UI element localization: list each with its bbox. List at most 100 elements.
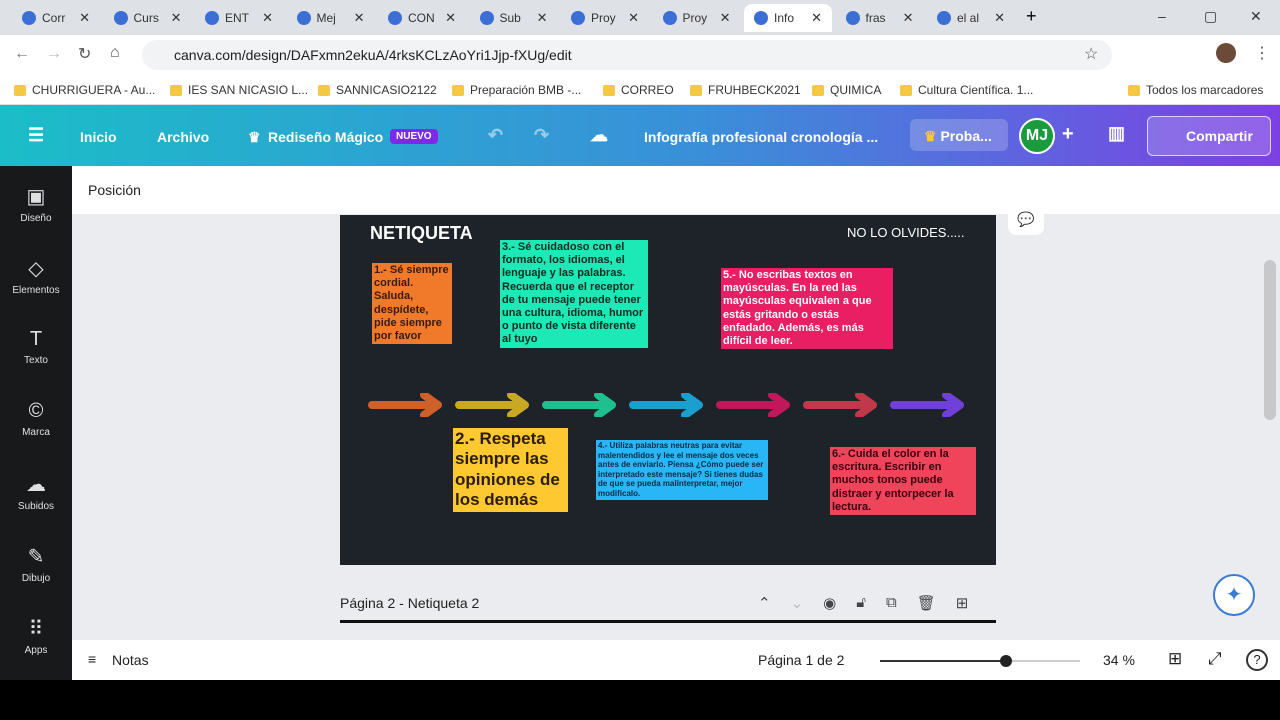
close-tab-icon[interactable]: ✕ [994, 10, 1005, 26]
hide-icon[interactable]: ◉ [823, 594, 836, 612]
netiquette-item-4[interactable]: 4.- Utiliza palabras neutras para evitar… [596, 440, 768, 500]
move-up-icon[interactable]: ⌃ [758, 594, 771, 612]
netiquette-item-6[interactable]: 6.- Cuida el color en la escritura. Escr… [830, 447, 976, 515]
browser-tab[interactable]: Curs ✕ [104, 4, 192, 32]
close-tab-icon[interactable]: ✕ [354, 10, 365, 26]
browser-tab[interactable]: Mej ✕ [287, 4, 375, 32]
close-tab-icon[interactable]: ✕ [171, 10, 182, 26]
new-tab-icon[interactable]: + [1026, 6, 1037, 27]
bookmark-item[interactable]: QUIMICA [812, 83, 881, 97]
netiquette-item-5[interactable]: 5.- No escribas textos en mayúsculas. En… [721, 268, 893, 350]
bookmark-label: SANNICASIO2122 [336, 83, 437, 97]
lock-icon[interactable]: 🔓︎ [856, 594, 866, 612]
profile-avatar[interactable] [1216, 43, 1236, 63]
sidebar-item-elementos[interactable]: ◇ Elementos [0, 256, 72, 296]
close-tab-icon[interactable]: ✕ [445, 10, 456, 26]
menu-icon[interactable]: ⋮ [1254, 43, 1270, 63]
magic-assistant-icon[interactable]: ✦ [1213, 574, 1255, 616]
help-icon[interactable]: ? [1246, 649, 1268, 671]
bookmark-item[interactable]: IES SAN NICASIO L... [170, 83, 308, 97]
browser-tab[interactable]: Proy ✕ [653, 4, 741, 32]
page-count[interactable]: Página 1 de 2 [758, 652, 844, 668]
grid-view-icon[interactable]: ⊞ [1168, 649, 1182, 669]
duplicate-icon[interactable]: ⧉ [886, 594, 897, 612]
browser-tab[interactable]: ENT ✕ [195, 4, 283, 32]
undo-icon[interactable]: ↶ [488, 125, 503, 146]
tab-title: Info [774, 11, 795, 25]
zoom-slider-handle[interactable] [999, 655, 1012, 667]
bookmark-item[interactable]: FRUHBECK2021 [690, 83, 801, 97]
sidebar-item-texto[interactable]: T Texto [0, 328, 72, 366]
browser-tab[interactable]: el al ✕ [927, 4, 1015, 32]
netiquette-item-3[interactable]: 3.- Sé cuidadoso con el formato, los idi… [500, 240, 648, 348]
bookmark-item[interactable]: SANNICASIO2122 [318, 83, 437, 97]
browser-tab[interactable]: Info ✕ [744, 4, 832, 32]
sidebar-item-dibujo[interactable]: ✎ Dibujo [0, 544, 72, 584]
new-badge: NUEVO [390, 129, 438, 144]
close-tab-icon[interactable]: ✕ [262, 10, 273, 26]
design-page[interactable]: NETIQUETA NO LO OLVIDES..... 1.- Sé siem… [340, 215, 996, 565]
close-tab-icon[interactable]: ✕ [903, 10, 914, 26]
close-tab-icon[interactable]: ✕ [537, 10, 548, 26]
forward-icon[interactable]: → [46, 45, 62, 63]
magic-redesign-button[interactable]: Rediseño Mágico [268, 129, 383, 145]
star-icon[interactable]: ☆ [1084, 44, 1098, 64]
elementos-icon: ◇ [28, 258, 44, 280]
sidebar-item-subidos[interactable]: ☁ Subidos [0, 472, 72, 512]
delete-icon[interactable]: 🗑︎ [917, 594, 936, 612]
bookmark-item[interactable]: CHURRIGUERA - Au... [14, 83, 155, 97]
sidebar-item-label: Dibujo [21, 573, 51, 584]
all-bookmarks[interactable]: Todos los marcadores [1128, 83, 1263, 97]
back-icon[interactable]: ← [14, 45, 30, 63]
browser-tab[interactable]: Proy ✕ [561, 4, 649, 32]
netiquette-item-2[interactable]: 2.- Respeta siempre las opiniones de los… [453, 428, 568, 512]
redo-icon[interactable]: ↷ [534, 125, 549, 146]
browser-tab[interactable]: Corr ✕ [12, 4, 100, 32]
zoom-level[interactable]: 34 % [1103, 652, 1135, 668]
subidos-icon: ☁ [26, 474, 46, 496]
fullscreen-icon[interactable]: ⤢ [1208, 649, 1222, 669]
home-icon[interactable]: ⌂ [110, 44, 120, 62]
bookmark-item[interactable]: Preparación BMB -... [452, 83, 581, 97]
add-page-icon[interactable]: ⊞ [956, 594, 969, 612]
analytics-icon[interactable]: ▥ [1108, 123, 1125, 144]
hamburger-icon[interactable]: ☰ [28, 125, 44, 146]
url-input[interactable]: canva.com/design/DAFxmn2ekuA/4rksKCLzAoY… [142, 40, 1112, 70]
inicio-button[interactable]: Inicio [80, 129, 117, 145]
move-down-icon[interactable]: ⌄ [791, 594, 804, 612]
bookmark-item[interactable]: Cultura Científica. 1... [900, 83, 1033, 97]
tab-title: Sub [499, 11, 521, 25]
close-tab-icon[interactable]: ✕ [79, 10, 90, 26]
vertical-scrollbar[interactable] [1264, 260, 1276, 420]
design-title[interactable]: Infografía profesional cronología ... [644, 129, 878, 145]
notes-button[interactable]: Notas [112, 652, 149, 668]
netiquette-item-1[interactable]: 1.- Sé siempre cordial. Saluda, despídet… [372, 263, 452, 345]
reload-icon[interactable]: ↻ [78, 44, 91, 64]
close-tab-icon[interactable]: ✕ [811, 10, 822, 26]
archivo-button[interactable]: Archivo [157, 129, 209, 145]
sidebar-item-label: Texto [24, 355, 48, 366]
notes-icon[interactable]: ≡ [88, 651, 96, 667]
sidebar-item-diseño[interactable]: ▣ Diseño [0, 184, 72, 224]
browser-tab[interactable]: CON ✕ [378, 4, 466, 32]
bookmark-item[interactable]: CORREO [603, 83, 674, 97]
close-tab-icon[interactable]: ✕ [720, 10, 731, 26]
zoom-slider[interactable] [880, 655, 1080, 667]
sidebar-item-marca[interactable]: © Marca [0, 400, 72, 438]
page-divider [340, 620, 996, 623]
try-pro-button[interactable]: ♛ Proba... [910, 119, 1008, 151]
close-tab-icon[interactable]: ✕ [628, 10, 639, 26]
tab-title: ENT [225, 11, 249, 25]
restore-icon[interactable]: ▢ [1204, 8, 1217, 25]
add-collaborator-icon[interactable]: + [1062, 123, 1074, 146]
browser-tab[interactable]: fras ✕ [836, 4, 924, 32]
comment-icon[interactable]: 💬 [1008, 205, 1044, 235]
user-avatar[interactable]: MJ [1019, 118, 1055, 154]
minimize-icon[interactable]: – [1158, 8, 1166, 24]
browser-tab[interactable]: Sub ✕ [470, 4, 558, 32]
share-button[interactable]: Compartir [1147, 116, 1271, 156]
close-window-icon[interactable]: ✕ [1250, 8, 1262, 25]
cloud-saved-icon[interactable]: ☁ [590, 125, 608, 146]
position-button[interactable]: Posición [88, 182, 141, 198]
sidebar-item-apps[interactable]: ⠿ Apps [0, 616, 72, 656]
